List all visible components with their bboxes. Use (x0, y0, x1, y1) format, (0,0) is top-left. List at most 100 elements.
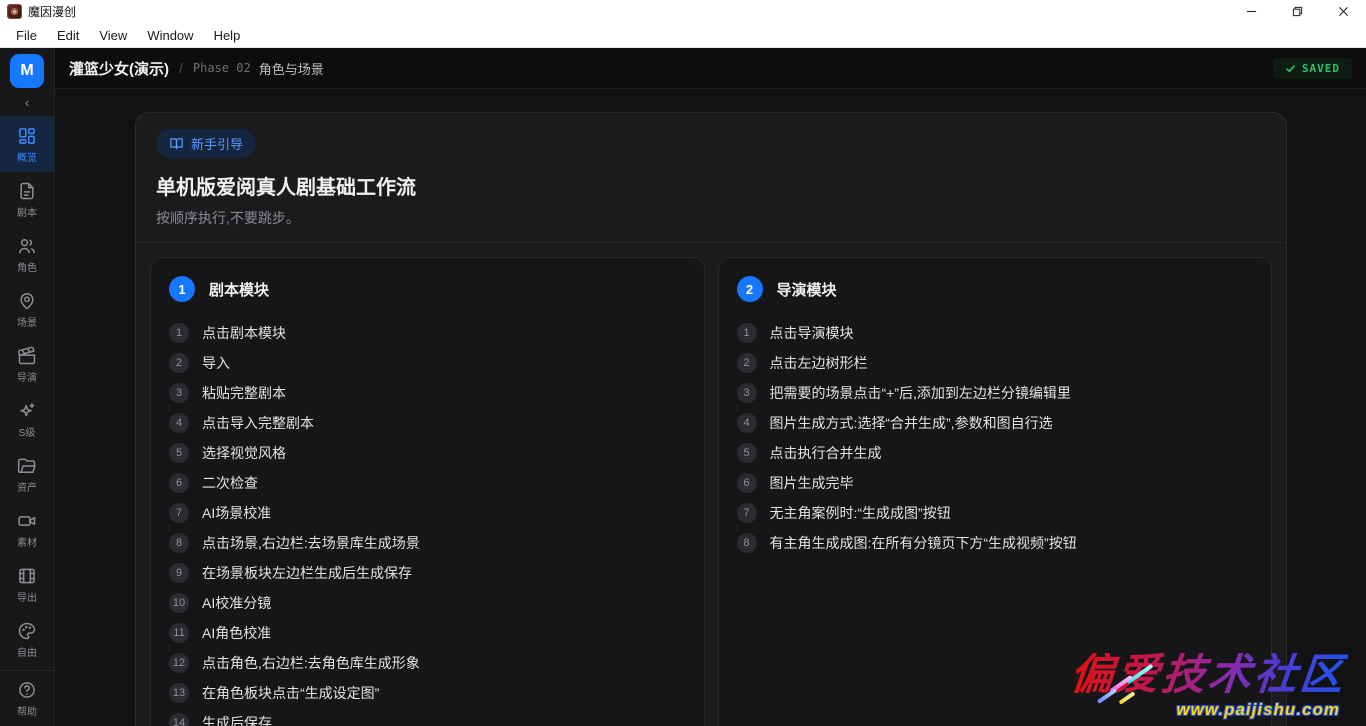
director-clapper-icon (17, 346, 37, 366)
minimize-button[interactable] (1228, 0, 1274, 23)
breadcrumb-separator: / (179, 60, 183, 76)
saved-status-badge: SAVED (1273, 58, 1352, 79)
guide-card-header: 新手引导 单机版爱阅真人剧基础工作流 按顺序执行,不要跳步。 (136, 113, 1286, 243)
content-scroll-area[interactable]: 新手引导 单机版爱阅真人剧基础工作流 按顺序执行,不要跳步。 1 剧本模块 (55, 89, 1366, 726)
step-text: 在角色板块点击“生成设定图” (202, 683, 379, 703)
step-number: 7 (737, 503, 757, 523)
palette-icon (17, 621, 37, 641)
dashboard-icon (17, 126, 37, 146)
step-text: AI角色校准 (202, 623, 271, 643)
step-number: 4 (169, 413, 189, 433)
sidebar-item-s-grade[interactable]: S级 (0, 392, 55, 447)
guide-card: 新手引导 单机版爱阅真人剧基础工作流 按顺序执行,不要跳步。 1 剧本模块 (135, 112, 1287, 726)
step-item: 5 点击执行合并生成 (737, 438, 1254, 468)
step-item: 4 图片生成方式:选择“合并生成”,参数和图自行选 (737, 408, 1254, 438)
sidebar-item-label: 导演 (17, 369, 37, 384)
sidebar-item-label: 帮助 (17, 703, 37, 718)
export-film-icon (17, 566, 37, 586)
close-button[interactable] (1320, 0, 1366, 23)
module-number-badge: 1 (169, 276, 195, 302)
guide-subtitle: 按顺序执行,不要跳步。 (156, 208, 1266, 228)
newbie-guide-badge: 新手引导 (156, 129, 256, 158)
step-text: 点击左边树形栏 (770, 353, 868, 373)
step-text: AI场景校准 (202, 503, 271, 523)
script-icon (17, 181, 37, 201)
step-number: 14 (169, 713, 189, 726)
characters-icon (17, 236, 37, 256)
sidebar-item-free[interactable]: 自由 (0, 612, 55, 667)
sidebar-item-director[interactable]: 导演 (0, 337, 55, 392)
sidebar-item-scenes[interactable]: 场景 (0, 282, 55, 337)
sidebar-item-label: 素材 (17, 534, 37, 549)
step-number: 3 (737, 383, 757, 403)
step-text: 点击角色,右边栏:去角色库生成形象 (202, 653, 420, 673)
step-number: 2 (169, 353, 189, 373)
step-item: 13 在角色板块点击“生成设定图” (169, 678, 686, 708)
step-item: 2 点击左边树形栏 (737, 348, 1254, 378)
menu-item[interactable]: Window (137, 26, 203, 45)
sidebar-item-script[interactable]: 剧本 (0, 172, 55, 227)
step-item: 6 图片生成完毕 (737, 468, 1254, 498)
step-text: 二次检查 (202, 473, 258, 493)
step-text: 无主角案例时:“生成成图”按钮 (770, 503, 951, 523)
main-area: 灌篮少女(演示) / Phase 02 角色与场景 SAVED 新手引导 (55, 48, 1366, 726)
menu-item[interactable]: Edit (47, 26, 89, 45)
step-item: 1 点击剧本模块 (169, 318, 686, 348)
step-item: 12 点击角色,右边栏:去角色库生成形象 (169, 648, 686, 678)
module-number-badge: 2 (737, 276, 763, 302)
step-item: 6 二次检查 (169, 468, 686, 498)
avatar[interactable]: M (10, 54, 44, 88)
sidebar-item-label: 资产 (17, 479, 37, 494)
step-item: 3 粘贴完整剧本 (169, 378, 686, 408)
sidebar-item-overview[interactable]: 概览 (0, 117, 55, 172)
breadcrumb-project[interactable]: 灌篮少女(演示) (69, 58, 169, 79)
step-number: 6 (737, 473, 757, 493)
sidebar-item-label: 导出 (17, 589, 37, 604)
step-number: 8 (169, 533, 189, 553)
step-text: 选择视觉风格 (202, 443, 286, 463)
sidebar-item-export[interactable]: 导出 (0, 557, 55, 612)
sidebar-item-label: 剧本 (17, 204, 37, 219)
step-item: 8 点击场景,右边栏:去场景库生成场景 (169, 528, 686, 558)
menu-item[interactable]: View (89, 26, 137, 45)
step-text: 粘贴完整剧本 (202, 383, 286, 403)
sidebar-item-characters[interactable]: 角色 (0, 227, 55, 282)
app-icon: ◉ (7, 4, 22, 19)
module-steps: 1 点击导演模块 2 点击左边树形栏 3 (737, 318, 1254, 558)
step-number: 13 (169, 683, 189, 703)
restore-button[interactable] (1274, 0, 1320, 23)
module-title: 导演模块 (777, 279, 837, 300)
step-text: 有主角生成成图:在所有分镜页下方“生成视频”按钮 (770, 533, 1077, 553)
step-number: 5 (737, 443, 757, 463)
saved-label: SAVED (1302, 62, 1340, 75)
step-text: 把需要的场景点击“+”后,添加到左边栏分镜编辑里 (770, 383, 1071, 403)
step-text: 图片生成完毕 (770, 473, 854, 493)
step-item: 8 有主角生成成图:在所有分镜页下方“生成视频”按钮 (737, 528, 1254, 558)
sidebar-item-label: S级 (19, 424, 36, 439)
sparkle-icon (17, 401, 37, 421)
sidebar-item-assets[interactable]: 资产 (0, 447, 55, 502)
module-script: 1 剧本模块 1 点击剧本模块 (150, 257, 705, 726)
step-item: 3 把需要的场景点击“+”后,添加到左边栏分镜编辑里 (737, 378, 1254, 408)
book-icon (169, 136, 184, 151)
breadcrumb-section: 角色与场景 (259, 59, 324, 78)
step-text: 在场景板块左边栏生成后生成保存 (202, 563, 412, 583)
guide-card-body: 1 剧本模块 1 点击剧本模块 (136, 243, 1286, 726)
step-number: 1 (737, 323, 757, 343)
menu-item[interactable]: File (6, 26, 47, 45)
scene-pin-icon (17, 291, 37, 311)
step-number: 5 (169, 443, 189, 463)
step-number: 2 (737, 353, 757, 373)
module-title: 剧本模块 (209, 279, 269, 300)
step-item: 9 在场景板块左边栏生成后生成保存 (169, 558, 686, 588)
menu-item[interactable]: Help (204, 26, 251, 45)
minimize-icon (1246, 6, 1257, 17)
step-number: 7 (169, 503, 189, 523)
step-number: 4 (737, 413, 757, 433)
sidebar-collapse-button[interactable]: ‹ (0, 88, 54, 116)
sidebar-item-footage[interactable]: 素材 (0, 502, 55, 557)
sidebar: M ‹ 概览 剧本 角色 (0, 48, 55, 726)
breadcrumb-phase: Phase 02 (193, 61, 251, 75)
step-text: 点击导入完整剧本 (202, 413, 314, 433)
sidebar-item-help[interactable]: 帮助 (0, 671, 55, 726)
